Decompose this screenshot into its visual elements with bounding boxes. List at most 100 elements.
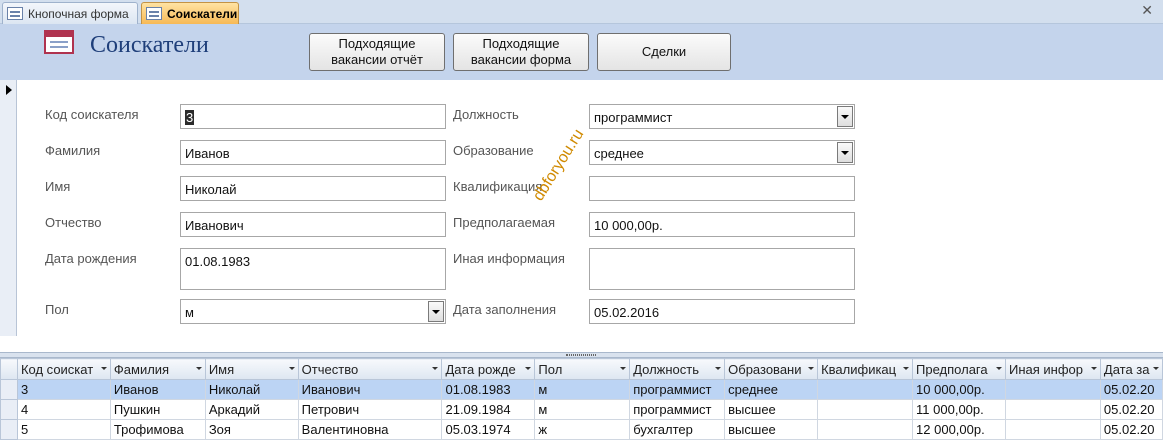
column-dropdown-icon[interactable] (525, 367, 532, 370)
table-row[interactable]: 3 Иванов Николай Иванович 01.08.1983 м програм… (0, 379, 1163, 400)
tab-switchboard[interactable]: Кнопочная форма (2, 2, 138, 24)
table-cell[interactable]: 3 (16, 379, 111, 400)
record-selector[interactable] (0, 80, 17, 336)
table-cell[interactable]: Николай (204, 379, 299, 400)
column-header[interactable]: Пол (534, 358, 631, 380)
table-cell[interactable]: 5 (16, 419, 111, 440)
column-dropdown-icon[interactable] (432, 367, 439, 370)
table-row[interactable]: 5 Трофимова Зоя Валентиновна 05.03.1974 ж бухг… (0, 419, 1163, 440)
column-header[interactable]: Имя (204, 358, 299, 380)
table-cell[interactable]: Валентиновна (297, 419, 443, 440)
column-dropdown-icon[interactable] (995, 367, 1002, 370)
position-select[interactable]: программист (589, 104, 855, 129)
salary-label: Предполагаемая (453, 215, 556, 230)
column-header-label: Иная инфор (1008, 361, 1083, 377)
chevron-down-icon[interactable] (837, 142, 853, 163)
column-dropdown-icon[interactable] (715, 367, 722, 370)
patronymic-field[interactable]: Иванович (180, 212, 446, 237)
table-cell[interactable]: м (534, 379, 631, 400)
surname-field[interactable]: Иванов (180, 140, 446, 165)
birth-date-field[interactable]: 01.08.1983 (180, 248, 446, 290)
column-header-label: Должность (633, 361, 699, 377)
table-cell[interactable]: 05.02.20 (1099, 379, 1163, 400)
table-cell[interactable]: 01.08.1983 (441, 379, 536, 400)
table-cell[interactable]: Иванов (109, 379, 206, 400)
education-select[interactable]: среднее (589, 140, 855, 165)
fill-date-field[interactable]: 05.02.2016 (589, 299, 855, 324)
column-dropdown-icon[interactable] (195, 367, 202, 370)
row-selector[interactable] (0, 399, 18, 420)
table-cell[interactable]: 05.03.1974 (441, 419, 536, 440)
table-cell[interactable]: Пушкин (109, 399, 206, 420)
table-row[interactable]: 4 Пушкин Аркадий Петрович 21.09.1984 м програм… (0, 399, 1163, 420)
table-cell[interactable] (817, 399, 914, 420)
column-header-label: Пол (538, 361, 563, 377)
column-dropdown-icon[interactable] (1090, 367, 1097, 370)
table-cell[interactable] (1004, 419, 1101, 440)
table-cell[interactable]: программист (629, 399, 726, 420)
table-cell[interactable]: Аркадий (204, 399, 299, 420)
column-dropdown-icon[interactable] (620, 367, 627, 370)
matching-vacancies-report-button[interactable]: Подходящие вакансии отчёт (309, 33, 445, 71)
datasheet-grid: Код соискат Фамилия Имя Отчество Дата рожде П… (0, 358, 1163, 442)
row-selector[interactable] (0, 419, 18, 440)
table-cell[interactable]: 21.09.1984 (441, 399, 536, 420)
table-cell[interactable]: программист (629, 379, 726, 400)
matching-vacancies-form-button[interactable]: Подходящие вакансии форма (453, 33, 589, 71)
column-dropdown-icon[interactable] (903, 367, 910, 370)
table-cell[interactable]: Петрович (297, 399, 443, 420)
column-header[interactable]: Код соискат (16, 358, 111, 380)
table-cell[interactable]: высшее (724, 399, 819, 420)
column-dropdown-icon[interactable] (100, 367, 107, 370)
table-cell[interactable] (817, 419, 914, 440)
table-cell[interactable]: м (534, 399, 631, 420)
table-cell[interactable] (1004, 379, 1101, 400)
id-field[interactable]: 3 (180, 104, 446, 129)
row-selector[interactable] (0, 379, 18, 400)
column-header[interactable]: Образовани (724, 358, 819, 380)
salary-field[interactable]: 10 000,00р. (589, 212, 855, 237)
table-cell[interactable]: бухгалтер (629, 419, 726, 440)
table-cell[interactable]: ж (534, 419, 631, 440)
table-cell[interactable]: 4 (16, 399, 111, 420)
table-cell[interactable]: Трофимова (109, 419, 206, 440)
table-cell[interactable]: среднее (724, 379, 819, 400)
table-cell[interactable]: высшее (724, 419, 819, 440)
table-cell[interactable]: 12 000,00р. (912, 419, 1006, 440)
qualification-field[interactable] (589, 176, 855, 201)
table-cell[interactable]: 10 000,00р. (912, 379, 1006, 400)
tab-applicants[interactable]: Соискатели (141, 2, 239, 24)
close-icon[interactable]: ✕ (1141, 2, 1153, 19)
column-header[interactable]: Должность (629, 358, 726, 380)
chevron-down-icon[interactable] (428, 301, 444, 322)
column-dropdown-icon[interactable] (1153, 367, 1159, 370)
column-header[interactable]: Дата за (1099, 358, 1163, 380)
form-icon (7, 7, 23, 20)
table-cell[interactable]: 05.02.20 (1099, 399, 1163, 420)
column-header[interactable]: Фамилия (109, 358, 206, 380)
other-info-field[interactable] (589, 248, 855, 290)
table-cell[interactable]: 11 000,00р. (912, 399, 1006, 420)
column-header[interactable]: Предполага (912, 358, 1006, 380)
gender-label: Пол (45, 302, 69, 317)
chevron-down-icon[interactable] (837, 106, 853, 127)
splitter-grip-icon[interactable] (566, 354, 596, 356)
name-field[interactable]: Николай (180, 176, 446, 201)
table-cell[interactable]: Зоя (204, 419, 299, 440)
gender-select[interactable]: м (180, 299, 446, 324)
table-cell[interactable] (1004, 399, 1101, 420)
column-header[interactable]: Отчество (297, 358, 443, 380)
document-tab-bar: Кнопочная форма Соискатели ✕ (0, 0, 1163, 24)
surname-label: Фамилия (45, 143, 101, 158)
table-cell[interactable]: Иванович (297, 379, 443, 400)
column-header-label: Предполага (916, 361, 988, 377)
table-cell[interactable] (817, 379, 914, 400)
deals-button[interactable]: Сделки (597, 33, 731, 71)
column-dropdown-icon[interactable] (808, 367, 815, 370)
column-header[interactable]: Квалификац (817, 358, 914, 380)
column-header[interactable]: Иная инфор (1004, 358, 1101, 380)
column-header[interactable]: Дата рожде (441, 358, 536, 380)
select-all-corner[interactable] (0, 358, 18, 380)
column-dropdown-icon[interactable] (288, 367, 295, 370)
table-cell[interactable]: 05.02.20 (1099, 419, 1163, 440)
